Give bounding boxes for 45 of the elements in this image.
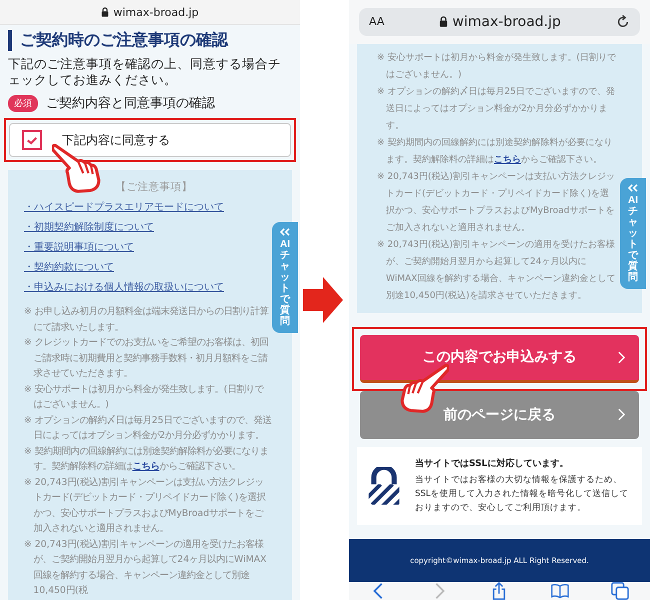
notice-note: ※ 契約期間内の回線解約には別途契約解除料が必要になります。契約解除料の詳細はこちらからご確認下さい。 — [377, 136, 614, 167]
field-label: ご契約内容と同意事項の確認 — [46, 95, 215, 112]
ssl-description: 当サイトではお客様の大切な情報を保護するため、SSLを使用して入力された情報を暗号化して送信しておりますので、安心してご利用頂けます。 — [415, 474, 630, 515]
book-icon[interactable] — [550, 582, 569, 600]
double-chevron-icon — [628, 184, 638, 192]
ssl-title: 当サイトではSSLに対応しています。 — [415, 457, 570, 470]
notice-note: ※ お申し込み初月の月額料金は端末発送日からの日割り計算にて請求いたします。 — [24, 305, 270, 335]
notice-note: ※ 契約期間内の回線解約には別途契約解除料が必要になります。契約解除料の詳細はこちらからご確認下さい。 — [24, 444, 270, 474]
back-button[interactable]: 前のページに戻る — [360, 390, 639, 439]
details-link[interactable]: こちら — [494, 154, 521, 165]
notice-note: ※ オプションの解約〆日は毎月25日でございますので、発送日によってはオプション料金が2か月分必ずかかります。 — [24, 414, 272, 444]
padlock-icon — [367, 466, 401, 505]
tabs-icon[interactable] — [610, 582, 629, 600]
agree-checkbox[interactable]: 下記内容に同意する — [9, 123, 291, 158]
notice-link[interactable]: ・重要説明事項について — [24, 238, 134, 258]
address-bar[interactable]: AA wimax-broad.jp — [359, 8, 640, 36]
details-link[interactable]: こちら — [132, 461, 160, 472]
apply-button[interactable]: この内容でお申込みする — [360, 334, 639, 383]
text-size-button[interactable]: AA — [369, 15, 384, 28]
double-chevron-icon — [280, 228, 290, 236]
check-icon — [26, 136, 38, 145]
notice-note: ※ 安心サポートは初月から料金が発生致します。(日割りではございません。) — [24, 382, 265, 412]
instruction-text: 下記のご注意事項を確認の上、同意する場合チェックしてお進みください。 — [8, 56, 282, 88]
checkbox[interactable] — [22, 130, 42, 150]
notice-note: ※ 安心サポートは初月から料金が発生致します。(日割りではございません。) — [377, 52, 616, 82]
section-heading: ご契約時のご注意事項の確認 — [8, 30, 292, 51]
lock-icon — [439, 16, 448, 28]
url-text: wimax-broad.jp — [452, 14, 561, 30]
notice-title: 【ご注意事項】 — [114, 180, 194, 194]
chevron-icon — [618, 408, 625, 422]
notice-link[interactable]: ・契約約款について — [24, 258, 114, 278]
notice-note: ※ 20,743円(税込)割引キャンペーンの適用を受けたお客様が、ご契約開始月翌月から起算して24ヶ月以内にWiMAX回線を解約する場合、キャンペーン違約金として別途10,450円(税 — [24, 538, 268, 598]
notice-link[interactable]: ・申込みにおける個人情報の取扱いについて — [24, 278, 224, 298]
notice-note: ※ 20,743円(税込)割引キャンペーンは支払い方法クレジットカード(デビットカード・プリペイドカード除く)を選択かつ、安心サポートプラスおよびMyBroadサポートをご加入されないと適用されません。 — [24, 476, 267, 536]
reload-icon[interactable] — [616, 14, 630, 29]
lock-icon — [101, 7, 110, 17]
notice-note: ※ クレジットカードでのお支払いをご希望のお客様は、初回ご請求時に初期費用と契約事務手数料・初月月額料をご請求させていただきます。 — [24, 336, 270, 382]
notice-note: ※ 20,743円(税込)割引キャンペーンは支払い方法クレジットカード(デビットカード・プリペイドカード除く)を選択かつ、安心サポートプラスおよびMyBroadサポートをご加入されないと適用されません。 — [377, 170, 616, 235]
notice-link[interactable]: ・初期契約解除制度について — [24, 218, 154, 238]
notice-link[interactable]: ・ハイスピードプラスエリアモードについて — [24, 198, 224, 218]
notice-note: ※ オプションの解約〆日は毎月25日でございますので、発送日によってはオプション料金が2か月分必ずかかります。 — [377, 85, 616, 133]
required-badge: 必須 — [8, 94, 38, 112]
notice-note: ※ 20,743円(税込)割引キャンペーンの適用を受けたお客様が、ご契約開始月翌月から起算して24ヶ月以内にWiMAX回線を解約する場合、キャンペーン違約金として別途10,450円(税込)を請求させていただきます。 — [377, 238, 616, 303]
chevron-icon — [618, 350, 625, 364]
url-text: wimax-broad.jp — [113, 6, 199, 18]
